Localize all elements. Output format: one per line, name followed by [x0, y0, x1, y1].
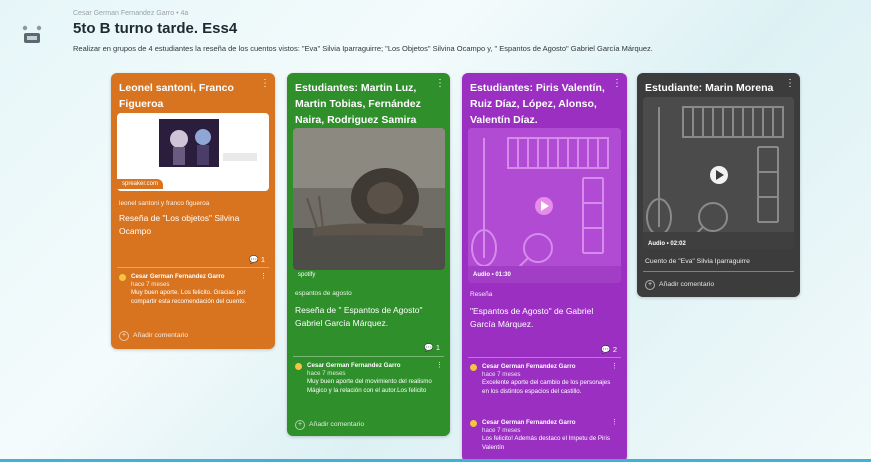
link-preview-image[interactable]: [293, 128, 445, 270]
comment-count-value: 1: [435, 343, 440, 352]
comment-count: 💬 1: [424, 343, 440, 352]
audio-player[interactable]: [643, 97, 794, 249]
link-title[interactable]: "Espantos de Agosto" de Gabriel García M…: [470, 305, 615, 331]
comment-text: Muy buen aporte. Los felicito. Gracias p…: [131, 289, 247, 305]
post-subtitle: leonel santoni y franco figueroa: [119, 200, 210, 207]
comment-icon: 💬: [601, 345, 611, 354]
post-card-orange[interactable]: Leonel santoni, Franco Figueroa ⋮ spreak…: [111, 73, 275, 349]
add-comment-button[interactable]: + Añadir comentario: [295, 420, 364, 430]
audio-duration: Audio • 01:30: [473, 272, 511, 278]
board-description: Realizar en grupos de 4 estudiantes la r…: [73, 44, 653, 53]
audio-illustration: [643, 97, 794, 249]
divider: [643, 271, 794, 272]
post-subtitle: Reseña: [470, 291, 493, 298]
comment-text: Excelente aporte del cambio de los perso…: [482, 379, 611, 395]
add-comment-button[interactable]: + Añadir comentario: [645, 280, 714, 290]
post-menu-icon[interactable]: ⋮: [435, 78, 445, 89]
avatar: [470, 364, 477, 371]
comment-menu-icon[interactable]: ⋮: [611, 363, 618, 372]
post-title: Leonel santoni, Franco Figueroa: [119, 82, 234, 110]
audio-duration: Audio • 02:02: [648, 241, 686, 247]
link-title[interactable]: Reseña de " Espantos de Agosto" Gabriel …: [295, 304, 440, 330]
comment-count-value: 2: [612, 345, 617, 354]
divider: [468, 357, 621, 358]
post-title: Estudiantes: Martin Luz, Martin Tobias, …: [295, 82, 421, 126]
comment: Cesar German Fernandez Garro hace 7 mese…: [119, 273, 267, 321]
post-card-green[interactable]: Estudiantes: Martin Luz, Martin Tobias, …: [287, 73, 450, 436]
add-comment-label: Añadir comentario: [659, 281, 715, 288]
snail-photo: [293, 128, 445, 270]
comment-text: Muy buen aporte del movimiento del reali…: [307, 378, 432, 394]
post-menu-icon[interactable]: ⋮: [785, 78, 795, 89]
comment-menu-icon[interactable]: ⋮: [260, 273, 267, 282]
post-subtitle: espantos de agosto: [295, 290, 352, 297]
post-title: Estudiante: Marin Morena: [645, 82, 774, 94]
comment-text: Los felicito! Además destaco el Impetu d…: [482, 435, 610, 451]
post-menu-icon[interactable]: ⋮: [612, 78, 622, 89]
add-comment-label: Añadir comentario: [309, 421, 365, 428]
board-owner[interactable]: Cesar German Fernandez Garro • 4a: [73, 10, 188, 17]
comment-menu-icon[interactable]: ⋮: [611, 419, 618, 428]
add-comment-label: Añadir comentario: [133, 332, 189, 339]
source-tag: spreaker.com: [117, 179, 164, 189]
audio-illustration: [468, 128, 621, 283]
add-icon: +: [295, 420, 305, 430]
board-title: 5to B turno tarde. Ess4: [73, 20, 238, 37]
comment-count: 💬 1: [249, 255, 265, 264]
link-title[interactable]: Cuento de "Eva" Silvia Iparraguirre: [645, 258, 750, 265]
avatar: [119, 274, 126, 281]
comment: Cesar German Fernandez Garro hace 7 mese…: [295, 362, 443, 412]
add-icon: +: [645, 280, 655, 290]
comment-menu-icon[interactable]: ⋮: [436, 362, 443, 371]
link-title[interactable]: Reseña de "Los objetos" Silvina Ocampo: [119, 212, 264, 238]
board-header: Cesar German Fernandez Garro • 4a 5to B …: [14, 8, 864, 58]
comment: Cesar German Fernandez Garro hace 7 mese…: [470, 363, 618, 413]
add-comment-button[interactable]: + Añadir comentario: [119, 331, 188, 341]
comment-icon: 💬: [424, 343, 434, 352]
avatar: [295, 363, 302, 370]
comment-count-value: 1: [260, 255, 265, 264]
divider: [293, 356, 444, 357]
source-tag: spotify: [293, 270, 321, 280]
post-card-gray[interactable]: Estudiante: Marin Morena ⋮ Audio • 02:02…: [637, 73, 800, 297]
post-card-purple[interactable]: Estudiantes: Piris Valentín, Ruiz Díaz, …: [462, 73, 627, 462]
comment-count: 💬 2: [601, 345, 617, 354]
comment-icon: 💬: [249, 255, 259, 264]
board-canvas: Cesar German Fernandez Garro • 4a 5to B …: [0, 0, 871, 462]
divider: [117, 267, 269, 268]
padlet-logo-icon: [22, 25, 42, 43]
add-icon: +: [119, 331, 129, 341]
audio-player[interactable]: [468, 128, 621, 283]
avatar: [470, 420, 477, 427]
post-title: Estudiantes: Piris Valentín, Ruiz Díaz, …: [470, 82, 605, 126]
post-menu-icon[interactable]: ⋮: [260, 78, 270, 89]
comment: Cesar German Fernandez Garro hace 7 mese…: [470, 419, 618, 459]
